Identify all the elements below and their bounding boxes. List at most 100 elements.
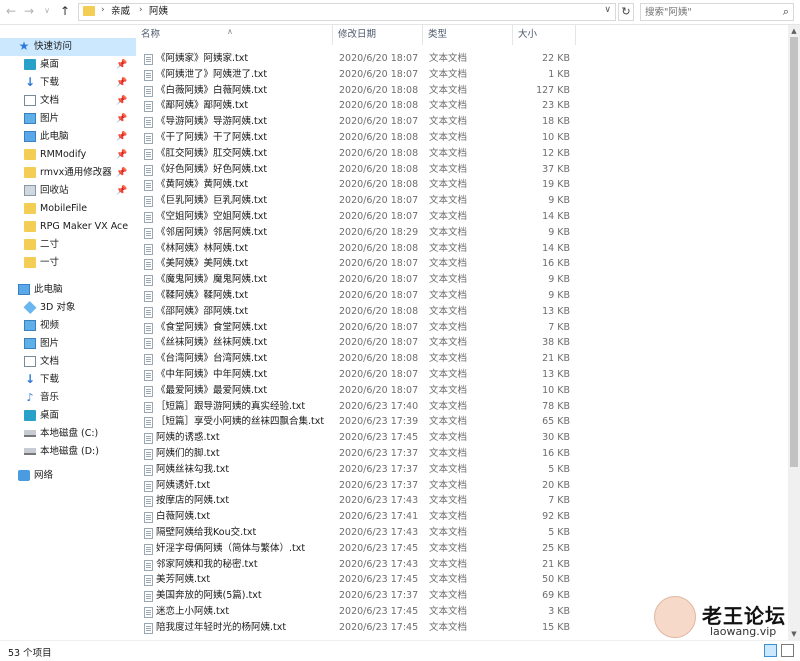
file-row[interactable]: 《美阿姨》美阿姨.txt 2020/6/20 18:07 文本文档 16 KB <box>136 256 576 272</box>
large-icons-view-icon[interactable] <box>781 644 794 657</box>
breadcrumb-item[interactable]: 阿姨 <box>149 6 168 18</box>
file-row[interactable]: 《台湾阿姨》台湾阿姨.txt 2020/6/20 18:08 文本文档 21 KB <box>136 351 576 367</box>
file-row[interactable]: 阿姨的诱惑.txt 2020/6/23 17:45 文本文档 30 KB <box>136 430 576 446</box>
file-row[interactable]: 《鄙阿姨》鄙阿姨.txt 2020/6/20 18:08 文本文档 23 KB <box>136 98 576 114</box>
nav-desktop[interactable]: 桌面 📌 <box>0 56 136 74</box>
search-input[interactable] <box>645 5 771 19</box>
file-name: 《中年阿姨》中年阿姨.txt <box>156 369 268 380</box>
search-box[interactable]: ⌕ <box>640 3 794 21</box>
file-row[interactable]: 《丝袜阿姨》丝袜阿姨.txt 2020/6/20 18:07 文本文档 38 KB <box>136 335 576 351</box>
column-header-date[interactable]: 修改日期 <box>333 25 423 45</box>
file-row[interactable]: 《巨乳阿姨》巨乳阿姨.txt 2020/6/20 18:07 文本文档 9 KB <box>136 193 576 209</box>
file-row[interactable]: 美芳阿姨.txt 2020/6/23 17:45 文本文档 50 KB <box>136 572 576 588</box>
file-name: 白薇阿姨.txt <box>156 511 211 523</box>
nav-3d-objects[interactable]: 3D 对象 <box>0 299 136 317</box>
file-name: 阿姨的诱惑.txt <box>156 432 220 444</box>
text-file-icon <box>144 528 153 539</box>
file-row[interactable]: 《邻居阿姨》邻居阿姨.txt 2020/6/20 18:29 文本文档 9 KB <box>136 225 576 241</box>
nav-videos[interactable]: 视频 <box>0 317 136 335</box>
nav-recycle-bin[interactable]: 回收站 📌 <box>0 182 136 200</box>
search-icon[interactable]: ⌕ <box>783 5 789 19</box>
file-row[interactable]: 《阿姨泄了》阿姨泄了.txt 2020/6/20 18:07 文本文档 1 KB <box>136 67 576 83</box>
file-row[interactable]: ［短篇］跟导游阿姨的真实经验.txt 2020/6/23 17:40 文本文档 78 … <box>136 399 576 415</box>
forward-icon[interactable]: → <box>22 3 36 19</box>
file-row[interactable]: 《中年阿姨》中年阿姨.txt 2020/6/20 18:07 文本文档 13 KB <box>136 367 576 383</box>
file-date: 2020/6/23 17:45 <box>339 432 419 444</box>
nav-network[interactable]: 网络 <box>0 467 136 485</box>
file-row[interactable]: 美国奔放的阿姨(5篇).txt 2020/6/23 17:37 文本文档 69 KB <box>136 588 576 604</box>
file-name: 《肛交阿姨》肛交阿姨.txt <box>156 147 268 159</box>
nav-quick-access[interactable]: ★ 快速访问 <box>0 38 136 56</box>
address-dropdown-icon[interactable]: ∨ <box>604 5 611 15</box>
scroll-thumb[interactable] <box>790 37 798 467</box>
file-row[interactable]: 《魔鬼阿姨》魔鬼阿姨.txt 2020/6/20 18:07 文本文档 9 KB <box>136 272 576 288</box>
file-date: 2020/6/20 18:07 <box>339 53 419 64</box>
file-row[interactable]: 《邵阿姨》邵阿姨.txt 2020/6/20 18:08 文本文档 13 KB <box>136 304 576 320</box>
breadcrumb-item[interactable]: 亲威 <box>111 6 130 18</box>
nav-mobilefile[interactable]: MobileFile <box>0 200 136 218</box>
nav-two-inch[interactable]: 二寸 <box>0 236 136 254</box>
column-header-type[interactable]: 类型 <box>423 25 513 45</box>
nav-label: 此电脑 <box>34 284 63 295</box>
column-header-size[interactable]: 大小 <box>513 25 576 45</box>
text-file-icon <box>144 291 153 302</box>
file-row[interactable]: 《干了阿姨》干了阿姨.txt 2020/6/20 18:08 文本文档 10 KB <box>136 130 576 146</box>
file-name: 隔壁阿姨给我Kou交.txt <box>156 527 257 538</box>
nav-rmvx-modifier[interactable]: rmvx通用修改器 📌 <box>0 164 136 182</box>
refresh-icon[interactable]: ↻ <box>618 3 634 21</box>
back-icon[interactable]: ← <box>4 3 18 19</box>
nav-music[interactable]: ♪ 音乐 <box>0 389 136 407</box>
nav-this-pc-pinned[interactable]: 此电脑 📌 <box>0 128 136 146</box>
nav-downloads[interactable]: ↓ 下载 📌 <box>0 74 136 92</box>
file-row[interactable]: 阿姨们的脚.txt 2020/6/23 17:37 文本文档 16 KB <box>136 446 576 462</box>
file-date: 2020/6/20 18:07 <box>339 258 419 270</box>
nav-drive-c[interactable]: 本地磁盘 (C:) <box>0 425 136 443</box>
scroll-up-icon[interactable]: ▲ <box>788 25 800 37</box>
address-box[interactable]: › 亲威 › 阿姨 ∨ <box>78 3 616 21</box>
file-type: 文本文档 <box>429 590 468 602</box>
file-row[interactable]: 《导游阿姨》导游阿姨.txt 2020/6/20 18:07 文本文档 18 KB <box>136 114 576 130</box>
file-row[interactable]: 《肛交阿姨》肛交阿姨.txt 2020/6/20 18:08 文本文档 12 KB <box>136 146 576 162</box>
file-row[interactable]: 迷恋上小阿姨.txt 2020/6/23 17:45 文本文档 3 KB <box>136 604 576 620</box>
file-row[interactable]: 《最爱阿姨》最爱阿姨.txt 2020/6/20 18:07 文本文档 10 KB <box>136 383 576 399</box>
file-row[interactable]: 《好色阿姨》好色阿姨.txt 2020/6/20 18:08 文本文档 37 KB <box>136 162 576 178</box>
column-label: 修改日期 <box>338 29 377 40</box>
file-row[interactable]: 奸淫字母俩阿姨（简体与繁体）.txt 2020/6/23 17:45 文本文档 25 … <box>136 541 576 557</box>
file-row[interactable]: ［短篇］享受小阿姨的丝袜四飘合集.txt 2020/6/23 17:39 文本文档 6… <box>136 414 576 430</box>
file-row[interactable]: 《鞣阿姨》鞣阿姨.txt 2020/6/20 18:07 文本文档 9 KB <box>136 288 576 304</box>
file-row[interactable]: 《林阿姨》林阿姨.txt 2020/6/20 18:08 文本文档 14 KB <box>136 241 576 257</box>
file-row[interactable]: 阿姨诱奸.txt 2020/6/23 17:37 文本文档 20 KB <box>136 478 576 494</box>
file-row[interactable]: 《黄阿姨》黄阿姨.txt 2020/6/20 18:08 文本文档 19 KB <box>136 177 576 193</box>
text-file-icon <box>144 196 153 208</box>
details-view-icon[interactable] <box>764 644 777 657</box>
nav-this-pc[interactable]: 此电脑 <box>0 281 136 299</box>
file-size: 14 KB <box>542 242 570 254</box>
nav-drive-d[interactable]: 本地磁盘 (D:) <box>0 443 136 461</box>
text-file-icon <box>144 575 153 587</box>
recent-chevron-icon[interactable]: ∨ <box>40 3 54 19</box>
file-row[interactable]: 阿姨丝袜勾我.txt 2020/6/23 17:37 文本文档 5 KB <box>136 462 576 478</box>
file-row[interactable]: 《白薇阿姨》白薇阿姨.txt 2020/6/20 18:08 文本文档 127 KB <box>136 83 576 99</box>
nav-one-inch[interactable]: 一寸 <box>0 254 136 272</box>
nav-rpg-maker[interactable]: RPG Maker VX Ace <box>0 218 136 236</box>
up-icon[interactable]: ↑ <box>58 3 72 19</box>
vertical-scrollbar[interactable]: ▲ ▼ <box>788 25 800 640</box>
file-row[interactable]: 隔壁阿姨给我Kou交.txt 2020/6/23 17:43 文本文档 5 KB <box>136 525 576 541</box>
nav-pc-downloads[interactable]: ↓ 下载 <box>0 371 136 389</box>
file-row[interactable]: 《食堂阿姨》食堂阿姨.txt 2020/6/20 18:07 文本文档 7 KB <box>136 320 576 336</box>
file-row[interactable]: 《阿姨家》阿姨家.txt 2020/6/20 18:07 文本文档 22 KB <box>136 51 576 67</box>
nav-pc-desktop[interactable]: 桌面 <box>0 407 136 425</box>
nav-rmmodify[interactable]: RMModify 📌 <box>0 146 136 164</box>
file-row[interactable]: 白薇阿姨.txt 2020/6/23 17:41 文本文档 92 KB <box>136 509 576 525</box>
file-row[interactable]: 《空姐阿姨》空姐阿姨.txt 2020/6/20 18:07 文本文档 14 KB <box>136 209 576 225</box>
column-header-name[interactable]: ∧ 名称 <box>136 25 333 45</box>
file-date: 2020/6/20 18:07 <box>339 369 419 380</box>
file-row[interactable]: 按摩店的阿姨.txt 2020/6/23 17:43 文本文档 7 KB <box>136 493 576 509</box>
file-row[interactable]: 邻家阿姨和我的秘密.txt 2020/6/23 17:43 文本文档 21 KB <box>136 557 576 573</box>
file-type: 文本文档 <box>429 463 468 475</box>
file-row[interactable]: 陪我度过年轻时光的杨阿姨.txt 2020/6/23 17:45 文本文档 15 KB <box>136 620 576 636</box>
nav-pc-pictures[interactable]: 图片 <box>0 335 136 353</box>
nav-documents[interactable]: 文档 📌 <box>0 92 136 110</box>
nav-pc-documents[interactable]: 文档 <box>0 353 136 371</box>
nav-pictures[interactable]: 图片 📌 <box>0 110 136 128</box>
